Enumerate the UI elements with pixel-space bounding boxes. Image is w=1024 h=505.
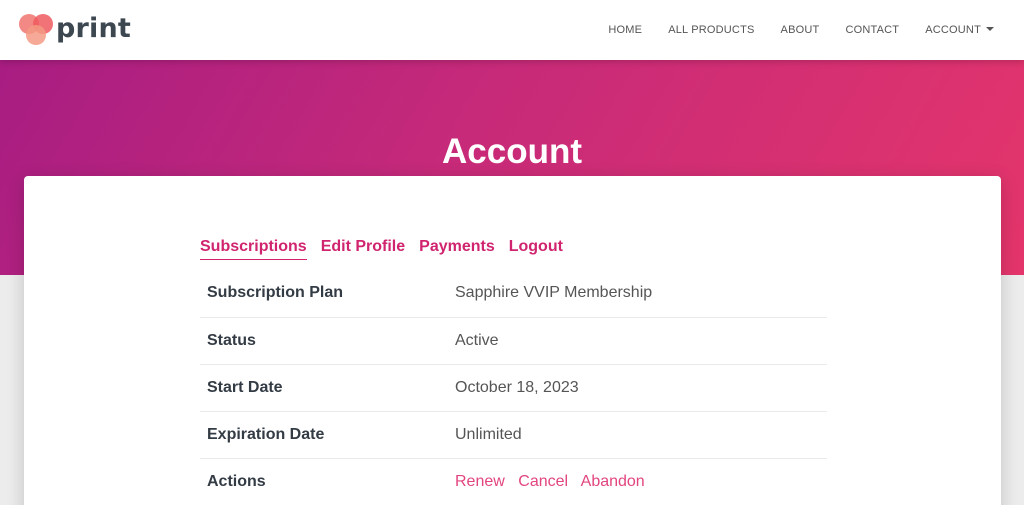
tab-payments[interactable]: Payments [419,238,495,260]
account-card: Subscriptions Edit Profile Payments Logo… [24,176,1001,505]
table-row: Subscription Plan Sapphire VVIP Membersh… [200,270,827,318]
subscription-table: Subscription Plan Sapphire VVIP Membersh… [200,270,827,505]
renew-link[interactable]: Renew [455,473,505,490]
account-tabs: Subscriptions Edit Profile Payments Logo… [200,238,577,260]
row-value-plan: Sapphire VVIP Membership [455,270,827,318]
brand-name: print [56,12,132,44]
row-label-plan: Subscription Plan [200,270,455,318]
row-label-status: Status [200,317,455,365]
table-row: Start Date October 18, 2023 [200,364,827,412]
row-value-expiration-date: Unlimited [455,411,827,459]
row-label-expiration-date: Expiration Date [200,411,455,459]
brand-logo-link[interactable]: print [18,12,131,48]
page-title: Account [442,132,582,171]
nav-contact[interactable]: CONTACT [845,24,899,36]
row-label-start-date: Start Date [200,364,455,412]
row-value-actions: Renew Cancel Abandon [455,458,827,505]
table-row: Actions Renew Cancel Abandon [200,458,827,505]
abandon-link[interactable]: Abandon [581,473,645,490]
tab-subscriptions[interactable]: Subscriptions [200,238,307,260]
nav-all-products[interactable]: ALL PRODUCTS [668,24,754,36]
nav-about[interactable]: ABOUT [781,24,820,36]
caret-down-icon [986,27,994,32]
nav-account-dropdown[interactable]: ACCOUNT [925,24,994,36]
cancel-link[interactable]: Cancel [518,473,568,490]
nav-account-label: ACCOUNT [925,24,981,36]
nav-home[interactable]: HOME [608,24,642,36]
main-nav: HOME ALL PRODUCTS ABOUT CONTACT ACCOUNT [582,0,994,60]
row-value-start-date: October 18, 2023 [455,364,827,412]
table-row: Status Active [200,317,827,365]
top-navbar: print HOME ALL PRODUCTS ABOUT CONTACT AC… [0,0,1024,60]
row-value-status: Active [455,317,827,365]
logo-circles-icon [18,12,56,48]
row-label-actions: Actions [200,458,455,505]
tab-logout[interactable]: Logout [509,238,563,260]
table-row: Expiration Date Unlimited [200,411,827,459]
tab-edit-profile[interactable]: Edit Profile [321,238,405,260]
